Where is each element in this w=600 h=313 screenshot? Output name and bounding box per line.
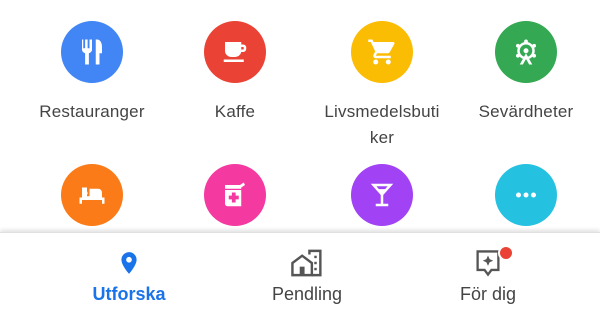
category-attractions[interactable]: Sevärdheter <box>461 21 591 125</box>
fork-knife-icon <box>80 39 102 65</box>
shopping-cart-icon <box>368 39 395 65</box>
category-circle <box>351 21 413 83</box>
nav-label: Utforska <box>92 284 166 304</box>
category-coffee[interactable]: Kaffe <box>170 21 300 125</box>
category-bars[interactable] <box>317 164 447 226</box>
bottom-navigation: Utforska Pendling För dig <box>0 232 600 313</box>
category-hotels[interactable] <box>27 164 157 226</box>
category-circle <box>495 164 557 226</box>
category-circle <box>204 164 266 226</box>
category-grocery[interactable]: Livsmedelsbuti ker <box>317 21 447 151</box>
nav-tab-commute[interactable]: Pendling <box>237 247 377 305</box>
nav-tab-explore[interactable]: Utforska <box>59 247 199 305</box>
category-circle <box>204 21 266 83</box>
coffee-cup-icon <box>223 42 247 62</box>
nav-label: Pendling <box>271 284 343 304</box>
category-circle <box>61 21 123 83</box>
nav-icon-wrap <box>418 245 558 279</box>
nav-label: För dig <box>459 284 517 304</box>
hotel-bed-icon <box>79 187 105 204</box>
category-more[interactable] <box>461 164 591 226</box>
category-pharmacy[interactable] <box>170 164 300 226</box>
category-label: Sevärdheter <box>478 102 574 121</box>
cocktail-icon <box>370 183 394 207</box>
category-restaurants[interactable]: Restauranger <box>27 21 157 125</box>
category-circle <box>495 21 557 83</box>
location-pin-icon <box>121 252 137 274</box>
more-icon <box>516 192 536 198</box>
pharmacy-icon <box>225 182 245 207</box>
notification-badge <box>498 245 514 261</box>
category-label: Restauranger <box>39 102 145 121</box>
category-label: Kaffe <box>214 102 256 121</box>
category-label: Livsmedelsbuti ker <box>324 102 440 147</box>
explore-screen: Restauranger Kaffe Livsmedelsbuti ker Se… <box>0 0 600 313</box>
nav-tab-for-you[interactable]: För dig <box>418 245 558 305</box>
nav-icon-wrap <box>59 247 199 279</box>
commute-icon <box>291 249 322 277</box>
category-circle <box>61 164 123 226</box>
landmark-icon <box>516 39 536 65</box>
category-circle <box>351 164 413 226</box>
nav-icon-wrap <box>237 247 377 279</box>
